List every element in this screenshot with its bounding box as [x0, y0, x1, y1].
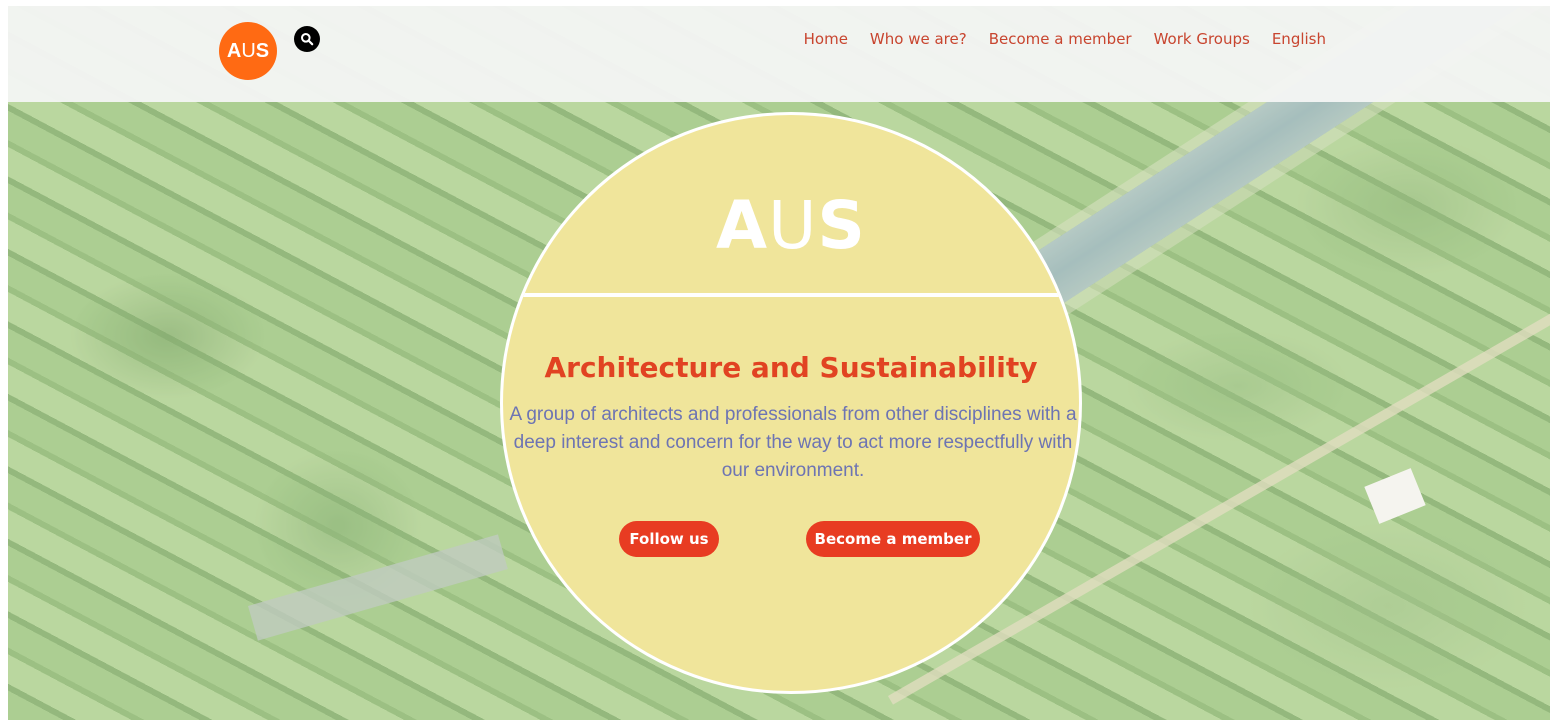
nav-who-we-are[interactable]: Who we are?: [870, 30, 967, 48]
nav-work-groups[interactable]: Work Groups: [1154, 30, 1250, 48]
logo-letter-s: S: [255, 39, 270, 62]
site-header: AUS Home Who we are? Become a member Wor…: [8, 6, 1550, 102]
page: AUS Home Who we are? Become a member Wor…: [8, 6, 1550, 720]
hero-logo-letter-s: S: [817, 187, 866, 264]
nav-home[interactable]: Home: [804, 30, 848, 48]
search-icon: [301, 33, 314, 46]
hero-circle: AUS Architecture and Sustainability A gr…: [500, 112, 1082, 694]
hero-title: Architecture and Sustainability: [544, 351, 1038, 384]
hero-logo-letter-u: U: [768, 187, 818, 264]
become-member-button[interactable]: Become a member: [806, 521, 980, 557]
nav-become-a-member[interactable]: Become a member: [989, 30, 1132, 48]
search-button[interactable]: [294, 26, 320, 52]
logo-letter-a: A: [226, 39, 242, 62]
main-nav: Home Who we are? Become a member Work Gr…: [804, 30, 1326, 48]
follow-us-button[interactable]: Follow us: [619, 521, 719, 557]
hero-description: A group of architects and professionals …: [509, 404, 1077, 481]
logo-letter-u: U: [241, 39, 256, 62]
hero-logo: AUS: [503, 187, 1079, 264]
site-logo[interactable]: AUS: [219, 22, 277, 80]
hero-logo-letter-a: A: [716, 187, 769, 264]
nav-language[interactable]: English: [1272, 30, 1326, 48]
hero-divider: [503, 293, 1079, 297]
